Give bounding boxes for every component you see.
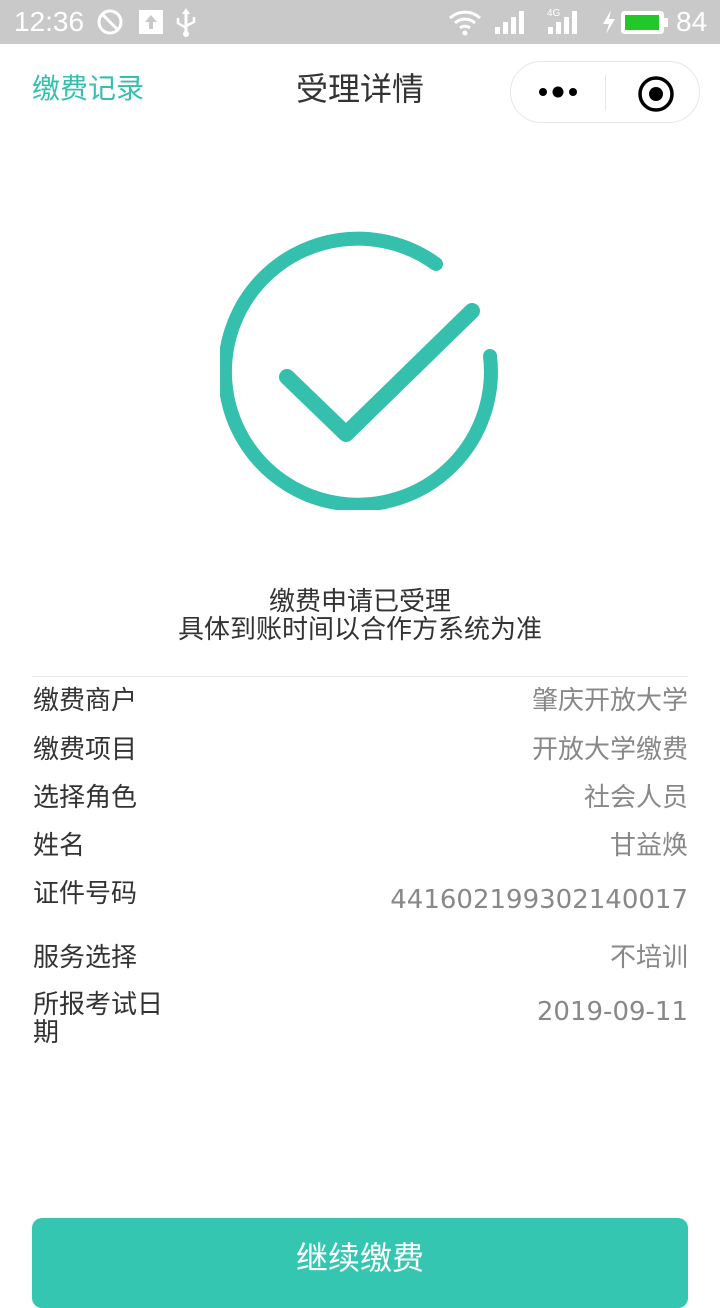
wifi-icon (448, 8, 482, 40)
charging-icon (600, 8, 618, 40)
id-number-value: 441602199302140017 (390, 885, 688, 915)
item-label: 缴费项目 (33, 735, 138, 765)
role-label: 选择角色 (33, 783, 138, 813)
section-divider (32, 676, 688, 677)
upload-icon (138, 8, 164, 40)
capsule-divider (605, 75, 606, 111)
usb-icon (174, 8, 198, 42)
name-label: 姓名 (33, 831, 86, 861)
continue-payment-button[interactable]: 继续缴费 (32, 1218, 688, 1308)
service-label: 服务选择 (33, 943, 138, 973)
close-miniprogram-icon[interactable] (637, 75, 675, 113)
result-message-subtitle: 具体到账时间以合作方系统为准 (177, 615, 542, 645)
success-check-icon (217, 230, 500, 512)
miniprogram-capsule (510, 61, 700, 123)
battery-icon (620, 10, 670, 40)
item-value: 开放大学缴费 (531, 735, 688, 765)
exam-date-value: 2019-09-11 (536, 997, 688, 1027)
id-number-label: 证件号码 (33, 879, 138, 909)
more-icon[interactable] (535, 82, 581, 102)
result-message-title: 缴费申请已受理 (268, 587, 451, 617)
exam-date-label: 所报考试日期 (33, 990, 164, 1048)
service-value: 不培训 (609, 943, 688, 973)
merchant-label: 缴费商户 (33, 686, 138, 716)
name-value: 甘益焕 (609, 831, 688, 861)
merchant-value: 肇庆开放大学 (531, 686, 688, 716)
svg-text:4G: 4G (547, 8, 561, 19)
do-not-disturb-icon (96, 8, 124, 40)
signal-icon (494, 8, 530, 40)
navigation-bar: 缴费记录 受理详情 (0, 44, 720, 134)
status-bar: 12:36 4G 84 (0, 0, 720, 44)
signal-4g-icon: 4G (546, 6, 584, 40)
status-time: 12:36 (14, 6, 85, 37)
role-value: 社会人员 (583, 783, 688, 813)
battery-level: 84 (676, 6, 708, 37)
